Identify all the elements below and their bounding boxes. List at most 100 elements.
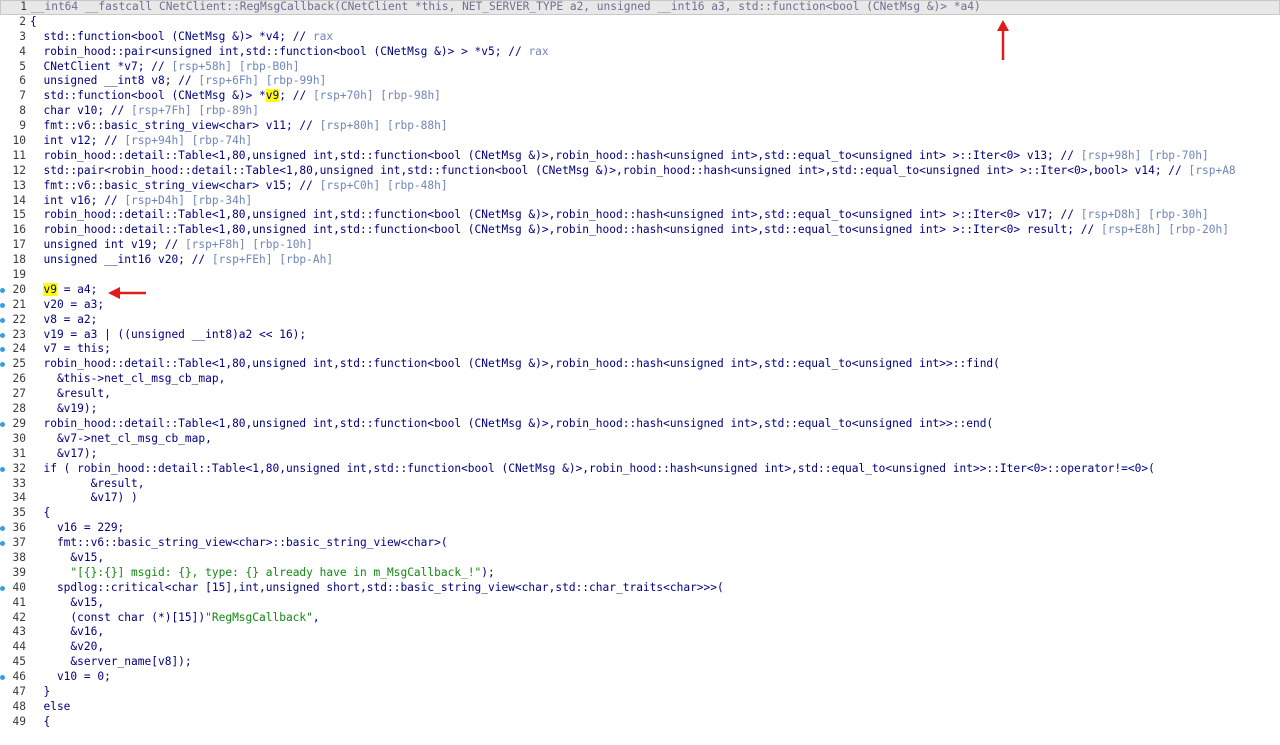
code-line[interactable]: 39 "[{}:{}] msgid: {}, type: {} already … xyxy=(0,566,1280,581)
code-line[interactable]: 34 &v17) ) xyxy=(0,491,1280,506)
code-text: v20 = a3; xyxy=(30,297,105,311)
code-line[interactable]: 23 v19 = a3 | ((unsigned __int8)a2 << 16… xyxy=(0,328,1280,343)
code-line[interactable]: 45 &server_name[v8]); xyxy=(0,655,1280,670)
line-number: 39 xyxy=(12,565,26,579)
highlighted-var: v9 xyxy=(265,89,280,103)
pseudocode-view[interactable]: 1 __int64 __fastcall CNetClient::RegMsgCa… xyxy=(0,0,1280,745)
code-line[interactable]: 10 int v12; // [rsp+94h] [rbp-74h] xyxy=(0,134,1280,149)
code-line[interactable]: 24 v7 = this; xyxy=(0,342,1280,357)
line-number: 2 xyxy=(19,14,26,28)
code-line[interactable]: 30 &v7->net_cl_msg_cb_map, xyxy=(0,432,1280,447)
line-number: 1 xyxy=(20,0,27,13)
line-number: 44 xyxy=(12,640,26,654)
code-text: v10 = 0; xyxy=(30,670,111,684)
breakpoint-marker-icon[interactable] xyxy=(0,332,5,338)
line-number: 14 xyxy=(12,193,26,207)
line-number: 12 xyxy=(12,163,26,177)
breakpoint-marker-icon[interactable] xyxy=(0,302,5,308)
code-text: &v17) ) xyxy=(30,491,138,505)
code-text: } xyxy=(30,684,51,698)
code-line[interactable]: 17 unsigned int v19; // [rsp+F8h] [rbp-1… xyxy=(0,238,1280,253)
code-line[interactable]: 47 } xyxy=(0,685,1280,700)
code-text: __int64 __fastcall CNetClient::RegMsgCal… xyxy=(31,0,981,13)
line-number: 33 xyxy=(12,476,26,490)
line-number: 31 xyxy=(12,446,26,460)
breakpoint-marker-icon[interactable] xyxy=(0,421,5,427)
code-line[interactable]: 1 __int64 __fastcall CNetClient::RegMsgCa… xyxy=(0,0,1280,15)
line-number: 47 xyxy=(12,684,26,698)
code-line[interactable]: 20 v9 = a4; xyxy=(0,282,1280,298)
code-line[interactable]: 48 else xyxy=(0,700,1280,715)
annotation-arrow-left xyxy=(108,287,146,299)
code-line[interactable]: 5 CNetClient *v7; // [rsp+58h] [rbp-B0h] xyxy=(0,60,1280,75)
code-line[interactable]: 21 v20 = a3; xyxy=(0,298,1280,313)
code-line[interactable]: 26 &this->net_cl_msg_cb_map, xyxy=(0,372,1280,387)
code-line[interactable]: 19 xyxy=(0,268,1280,283)
code-line[interactable]: 15 robin_hood::detail::Table<1,80,unsign… xyxy=(0,208,1280,223)
code-line[interactable]: 31 &v17); xyxy=(0,447,1280,462)
code-text: fmt::v6::basic_string_view<char>::basic_… xyxy=(30,536,448,550)
code-line[interactable]: 33 &result, xyxy=(0,477,1280,492)
code-line[interactable]: 4 robin_hood::pair<unsigned int,std::fun… xyxy=(0,45,1280,60)
line-number: 5 xyxy=(19,59,26,73)
code-text: &v16, xyxy=(30,625,105,639)
line-number: 8 xyxy=(19,104,26,118)
breakpoint-marker-icon[interactable] xyxy=(0,287,5,293)
breakpoint-marker-icon[interactable] xyxy=(0,585,5,591)
code-line[interactable]: 29 robin_hood::detail::Table<1,80,unsign… xyxy=(0,417,1280,432)
breakpoint-marker-icon[interactable] xyxy=(0,466,5,472)
code-text: &v17); xyxy=(30,446,98,460)
code-line[interactable]: 28 &v19); xyxy=(0,402,1280,417)
code-line[interactable]: 3 std::function<bool (CNetMsg &)> *v4; /… xyxy=(0,30,1280,45)
code-line[interactable]: 7 std::function<bool (CNetMsg &)> *v9; /… xyxy=(0,89,1280,104)
code-line[interactable]: 13 fmt::v6::basic_string_view<char> v15;… xyxy=(0,179,1280,194)
code-line[interactable]: 43 &v16, xyxy=(0,625,1280,640)
code-line[interactable]: 2{ xyxy=(0,15,1280,30)
code-text: { xyxy=(30,506,51,520)
code-line[interactable]: 40 spdlog::critical<char [15],int,unsign… xyxy=(0,581,1280,596)
code-line[interactable]: 16 robin_hood::detail::Table<1,80,unsign… xyxy=(0,223,1280,238)
code-text: { xyxy=(30,714,51,728)
breakpoint-marker-icon[interactable] xyxy=(0,317,5,323)
code-line[interactable]: 9 fmt::v6::basic_string_view<char> v11; … xyxy=(0,119,1280,134)
code-line[interactable]: 41 &v15, xyxy=(0,596,1280,611)
code-line[interactable]: 8 char v10; // [rsp+7Fh] [rbp-89h] xyxy=(0,104,1280,119)
code-text: &server_name[v8]); xyxy=(30,655,192,669)
code-line[interactable]: 6 unsigned __int8 v8; // [rsp+6Fh] [rbp-… xyxy=(0,74,1280,89)
code-text: unsigned int v19; // [rsp+F8h] [rbp-10h] xyxy=(30,238,313,252)
code-line[interactable]: 36 v16 = 229; xyxy=(0,521,1280,536)
line-number: 4 xyxy=(19,44,26,58)
code-line[interactable]: 14 int v16; // [rsp+D4h] [rbp-34h] xyxy=(0,194,1280,209)
code-line[interactable]: 32 if ( robin_hood::detail::Table<1,80,u… xyxy=(0,462,1280,477)
code-text: robin_hood::detail::Table<1,80,unsigned … xyxy=(30,148,1209,162)
code-text: std::function<bool (CNetMsg &)> *v9; // … xyxy=(30,89,441,103)
line-number: 18 xyxy=(12,253,26,267)
code-line[interactable]: 11 robin_hood::detail::Table<1,80,unsign… xyxy=(0,149,1280,164)
code-line[interactable]: 46 v10 = 0; xyxy=(0,670,1280,685)
code-text: fmt::v6::basic_string_view<char> v11; //… xyxy=(30,119,448,133)
code-text: &v20, xyxy=(30,640,105,654)
code-line[interactable]: 22 v8 = a2; xyxy=(0,313,1280,328)
line-number: 3 xyxy=(19,29,26,43)
code-line[interactable]: 42 (const char (*)[15])"RegMsgCallback", xyxy=(0,611,1280,626)
code-text: else xyxy=(30,699,71,713)
line-number: 49 xyxy=(12,714,26,728)
line-number: 16 xyxy=(12,223,26,237)
code-line[interactable]: 38 &v15, xyxy=(0,551,1280,566)
code-text: unsigned __int16 v20; // [rsp+FEh] [rbp-… xyxy=(30,253,334,267)
code-text: &result, xyxy=(30,387,111,401)
line-number: 42 xyxy=(12,610,26,624)
code-text: std::function<bool (CNetMsg &)> *v4; // … xyxy=(30,29,334,43)
code-line[interactable]: 35 { xyxy=(0,506,1280,521)
line-number: 41 xyxy=(12,595,26,609)
code-line[interactable]: 12 std::pair<robin_hood::detail::Table<1… xyxy=(0,164,1280,179)
code-line[interactable]: 27 &result, xyxy=(0,387,1280,402)
code-line[interactable]: 49 { xyxy=(0,715,1280,730)
line-number: 17 xyxy=(12,238,26,252)
code-line[interactable]: 25 robin_hood::detail::Table<1,80,unsign… xyxy=(0,357,1280,372)
code-line[interactable]: 44 &v20, xyxy=(0,640,1280,655)
code-line[interactable]: 37 fmt::v6::basic_string_view<char>::bas… xyxy=(0,536,1280,551)
code-line[interactable]: 18 unsigned __int16 v20; // [rsp+FEh] [r… xyxy=(0,253,1280,268)
code-text: unsigned __int8 v8; // [rsp+6Fh] [rbp-99… xyxy=(30,74,327,88)
code-text: if ( robin_hood::detail::Table<1,80,unsi… xyxy=(30,461,1155,475)
